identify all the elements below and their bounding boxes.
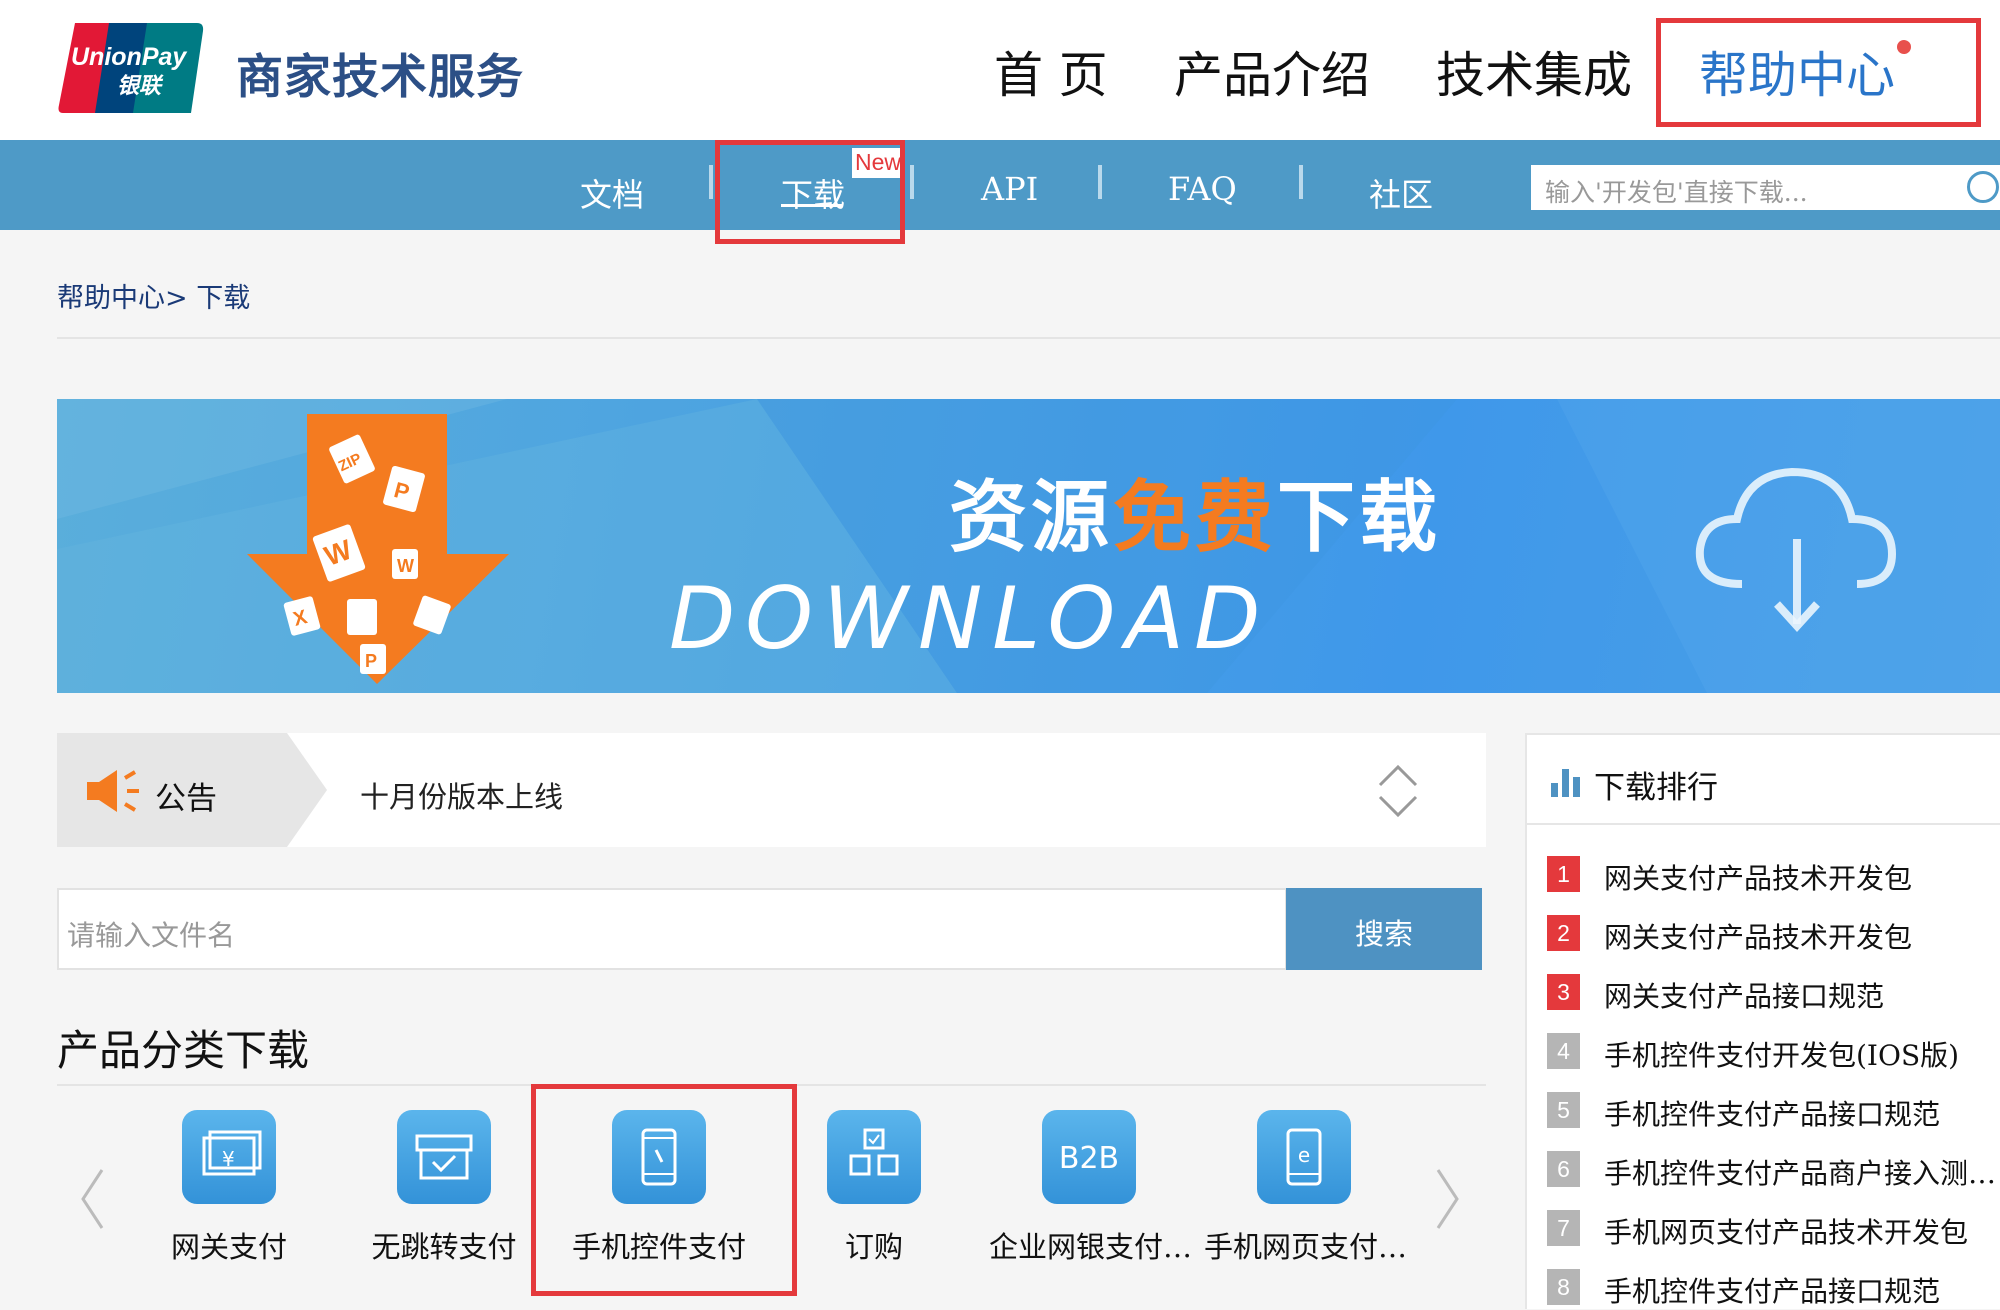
banner-title: 资源免费下载 [949,473,1442,563]
subnav-docs[interactable]: 文档 [580,170,644,216]
svg-text:银联: 银联 [117,74,164,99]
highlight-box-download [715,140,905,244]
svg-text:B2B: B2B [1059,1141,1119,1176]
download-ranking-panel: 下载排行 1 网关支付产品技术开发包 2 网关支付产品技术开发包 3 网关支付产品接口规范… [1525,733,2000,1309]
file-search-button[interactable]: 搜索 [1286,888,1482,970]
store-icon[interactable] [397,1110,491,1204]
ranking-title: 下载排行 [1594,770,1718,806]
unionpay-logo[interactable]: UnionPay 银联 [57,23,204,113]
rank-number-badge: 7 [1547,1210,1580,1246]
chevron-right-icon[interactable] [1436,1168,1460,1230]
rank-number-badge: 1 [1547,856,1580,892]
nav-home[interactable]: 首 页 [994,36,1108,107]
subnav-api[interactable]: API [981,170,1038,208]
b2b-icon[interactable]: B2B [1042,1110,1136,1204]
category-enterprise-bank-pay[interactable]: 企业网银支付… [989,1224,1189,1266]
cloud-download-icon [1695,467,1897,632]
ranking-header: 下载排行 [1527,735,2000,825]
category-section-title: 产品分类下载 [57,1026,310,1075]
notice-scroll-icon[interactable] [1377,761,1419,821]
divider [57,337,2000,339]
breadcrumb[interactable]: 帮助中心> 下载 [57,276,250,315]
rank-number-badge: 3 [1547,974,1580,1010]
rank-file-name[interactable]: 网关支付产品技术开发包 [1604,916,1912,956]
svg-text:W: W [397,556,414,576]
download-arrow-icon: ZIP P W W X P [247,414,509,684]
rank-file-name[interactable]: 手机控件支付产品接口规范 [1604,1270,1940,1310]
notice-text[interactable]: 十月份版本上线 [360,774,563,816]
rank-number-badge: 5 [1547,1092,1580,1128]
svg-text:e: e [1298,1143,1310,1167]
top-search-input[interactable]: 输入'开发包'直接下载... [1531,165,2000,210]
search-icon[interactable] [1967,171,1999,203]
divider [1098,165,1102,199]
svg-text:¥: ¥ [222,1147,235,1171]
divider [1299,165,1303,199]
file-search-input[interactable]: 请输入文件名 [57,888,1287,970]
rank-file-name[interactable]: 网关支付产品技术开发包 [1604,857,1912,897]
divider [910,165,914,199]
category-no-redirect-pay[interactable]: 无跳转支付 [344,1224,544,1266]
nav-products[interactable]: 产品介绍 [1174,36,1370,107]
rank-file-name[interactable]: 手机网页支付产品技术开发包 [1604,1211,1968,1251]
speaker-icon [87,770,139,812]
rank-file-name[interactable]: 手机控件支付开发包(IOS版) [1604,1034,1959,1074]
rank-number-badge: 2 [1547,915,1580,951]
rank-number-badge: 4 [1547,1033,1580,1069]
rank-number-badge: 8 [1547,1269,1580,1305]
notice-bar: 公告 十月份版本上线 [57,733,1486,847]
rank-file-name[interactable]: 手机控件支付产品商户接入测… [1604,1152,1996,1192]
rank-number-badge: 6 [1547,1151,1580,1187]
checkbox-icon[interactable] [827,1110,921,1204]
subnav-community[interactable]: 社区 [1369,170,1433,216]
highlight-box-help-center [1656,18,1981,127]
bar-chart-icon [1551,769,1580,797]
svg-text:UnionPay: UnionPay [71,43,187,71]
rank-file-name[interactable]: 手机控件支付产品接口规范 [1604,1093,1940,1133]
rank-file-name[interactable]: 网关支付产品接口规范 [1604,975,1884,1015]
svg-text:P: P [365,651,377,671]
brand-title: 商家技术服务 [236,50,524,105]
download-banner: ZIP P W W X P 资源免费下载 DOWNLOAD [57,399,2000,693]
category-gateway-pay[interactable]: 网关支付 [129,1224,329,1266]
nav-integration[interactable]: 技术集成 [1436,36,1632,107]
notice-label: 公告 [155,781,217,817]
banner-subtitle: DOWNLOAD [669,569,1271,669]
divider [709,165,713,199]
site-header: UnionPay 银联 商家技术服务 首 页 产品介绍 技术集成 帮助中心 [0,0,2000,140]
category-mobile-web-pay[interactable]: 手机网页支付… [1204,1224,1404,1266]
category-subscribe[interactable]: 订购 [774,1224,974,1266]
highlight-box-mobile-pay [531,1084,797,1296]
card-icon[interactable]: ¥ [182,1110,276,1204]
banner-title-highlight: 免费 [1113,473,1278,563]
notice-tab-arrow [287,733,327,847]
mobile-web-icon[interactable]: e [1257,1110,1351,1204]
subnav-faq[interactable]: FAQ [1168,170,1237,208]
chevron-left-icon[interactable] [80,1168,104,1230]
